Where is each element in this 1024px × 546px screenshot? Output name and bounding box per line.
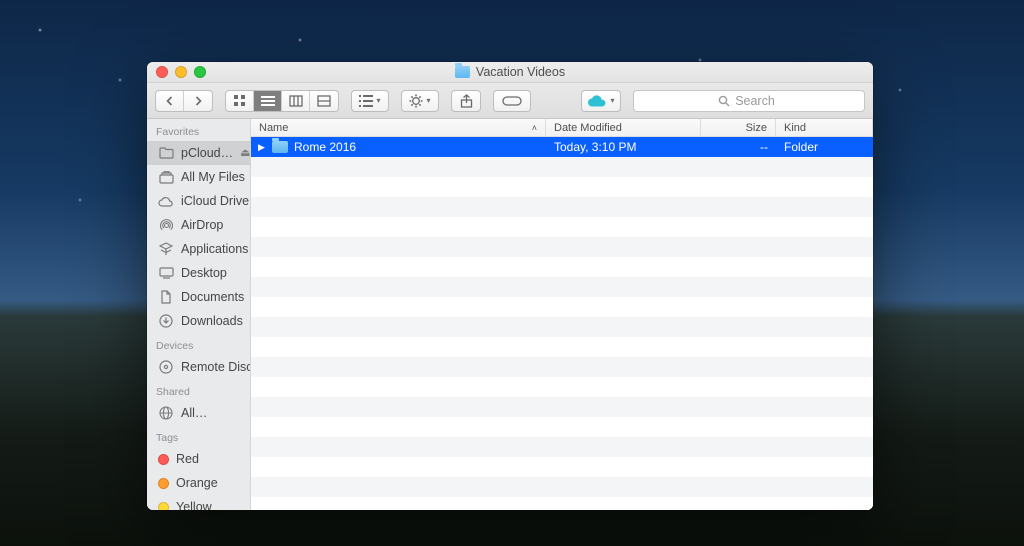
- sidebar-header-devices: Devices: [147, 333, 250, 355]
- sidebar-item-all-my-files[interactable]: All My Files: [147, 165, 250, 189]
- icon-view-button[interactable]: [226, 91, 254, 111]
- file-size: --: [701, 140, 776, 154]
- desktop-icon: [158, 265, 174, 281]
- sidebar-item-applications[interactable]: Applications: [147, 237, 250, 261]
- disc-icon: [158, 359, 174, 375]
- airdrop-icon: [158, 217, 174, 233]
- search-placeholder: Search: [735, 94, 775, 108]
- sidebar-item-label: Desktop: [181, 264, 227, 282]
- applications-icon: [158, 241, 174, 257]
- sidebar-item-documents[interactable]: Documents: [147, 285, 250, 309]
- sidebar-item-label: Red: [176, 450, 199, 468]
- chevron-down-icon: ▾: [426, 96, 430, 105]
- folder-icon: [455, 66, 470, 78]
- eject-icon[interactable]: ⏏: [240, 144, 250, 162]
- icloud-icon: [158, 193, 174, 209]
- minimize-button[interactable]: [175, 66, 187, 78]
- column-header-name[interactable]: Name˄: [251, 119, 546, 136]
- sidebar-item-remote-disc[interactable]: Remote Disc: [147, 355, 250, 379]
- sidebar-item-label: pCloud…: [181, 144, 233, 162]
- sidebar-tag-orange[interactable]: Orange: [147, 471, 250, 495]
- close-button[interactable]: [156, 66, 168, 78]
- column-headers: Name˄ Date Modified Size Kind: [251, 119, 873, 137]
- sidebar: Favorites pCloud… ⏏ All My Files iCloud …: [147, 119, 251, 510]
- tag-dot-icon: [158, 502, 169, 511]
- file-rows[interactable]: ▶ Rome 2016 Today, 3:10 PM -- Folder: [251, 137, 873, 510]
- sidebar-item-label: Remote Disc: [181, 358, 250, 376]
- tag-dot-icon: [158, 454, 169, 465]
- sort-ascending-icon: ˄: [532, 123, 537, 133]
- sidebar-item-icloud-drive[interactable]: iCloud Drive: [147, 189, 250, 213]
- folder-icon: [158, 145, 174, 161]
- share-button[interactable]: [451, 90, 481, 112]
- file-name: Rome 2016: [294, 140, 356, 154]
- nav-buttons: [155, 90, 213, 112]
- chevron-down-icon: ▾: [610, 96, 614, 105]
- sidebar-item-pcloud[interactable]: pCloud… ⏏: [147, 141, 250, 165]
- sidebar-item-label: iCloud Drive: [181, 192, 249, 210]
- window-title: Vacation Videos: [147, 65, 873, 79]
- chevron-down-icon: ▾: [376, 96, 380, 105]
- tags-button[interactable]: [493, 90, 531, 112]
- disclosure-triangle-icon[interactable]: ▶: [257, 142, 266, 153]
- sidebar-item-label: All…: [181, 404, 207, 422]
- sidebar-item-label: Downloads: [181, 312, 243, 330]
- sidebar-item-label: Applications: [181, 240, 248, 258]
- desktop-wallpaper: Vacation Videos ▾ ▾: [0, 0, 1024, 546]
- sidebar-item-desktop[interactable]: Desktop: [147, 261, 250, 285]
- sidebar-tag-yellow[interactable]: Yellow: [147, 495, 250, 510]
- search-field[interactable]: Search: [633, 90, 865, 112]
- maximize-button[interactable]: [194, 66, 206, 78]
- sidebar-item-label: All My Files: [181, 168, 245, 186]
- sidebar-header-favorites: Favorites: [147, 119, 250, 141]
- icloud-button[interactable]: ▾: [581, 90, 621, 112]
- sidebar-item-label: Documents: [181, 288, 244, 306]
- action-menu-button[interactable]: ▾: [401, 90, 439, 112]
- file-row[interactable]: ▶ Rome 2016 Today, 3:10 PM -- Folder: [251, 137, 873, 157]
- search-icon: [718, 95, 730, 107]
- back-button[interactable]: [156, 91, 184, 111]
- list-view-button[interactable]: [254, 91, 282, 111]
- downloads-icon: [158, 313, 174, 329]
- folder-icon: [272, 141, 288, 153]
- sidebar-header-tags: Tags: [147, 425, 250, 447]
- window-title-text: Vacation Videos: [476, 65, 565, 79]
- traffic-lights: [147, 66, 206, 78]
- forward-button[interactable]: [184, 91, 212, 111]
- sidebar-item-airdrop[interactable]: AirDrop: [147, 213, 250, 237]
- column-view-button[interactable]: [282, 91, 310, 111]
- column-header-size[interactable]: Size: [701, 119, 776, 136]
- documents-icon: [158, 289, 174, 305]
- file-kind: Folder: [776, 140, 873, 154]
- sidebar-header-shared: Shared: [147, 379, 250, 401]
- toolbar: ▾ ▾ ▾ Search: [147, 83, 873, 119]
- sidebar-item-label: Orange: [176, 474, 218, 492]
- column-header-date[interactable]: Date Modified: [546, 119, 701, 136]
- titlebar[interactable]: Vacation Videos: [147, 62, 873, 83]
- finder-window: Vacation Videos ▾ ▾: [147, 62, 873, 510]
- network-icon: [158, 405, 174, 421]
- sidebar-item-downloads[interactable]: Downloads: [147, 309, 250, 333]
- arrange-menu-button[interactable]: ▾: [351, 90, 389, 112]
- file-list: Name˄ Date Modified Size Kind ▶ Rome 201…: [251, 119, 873, 510]
- file-date: Today, 3:10 PM: [546, 140, 701, 154]
- tag-dot-icon: [158, 478, 169, 489]
- sidebar-tag-red[interactable]: Red: [147, 447, 250, 471]
- view-switcher: [225, 90, 339, 112]
- coverflow-view-button[interactable]: [310, 91, 338, 111]
- all-my-files-icon: [158, 169, 174, 185]
- sidebar-item-label: Yellow: [176, 498, 212, 510]
- sidebar-item-shared-all[interactable]: All…: [147, 401, 250, 425]
- column-header-kind[interactable]: Kind: [776, 119, 873, 136]
- sidebar-item-label: AirDrop: [181, 216, 223, 234]
